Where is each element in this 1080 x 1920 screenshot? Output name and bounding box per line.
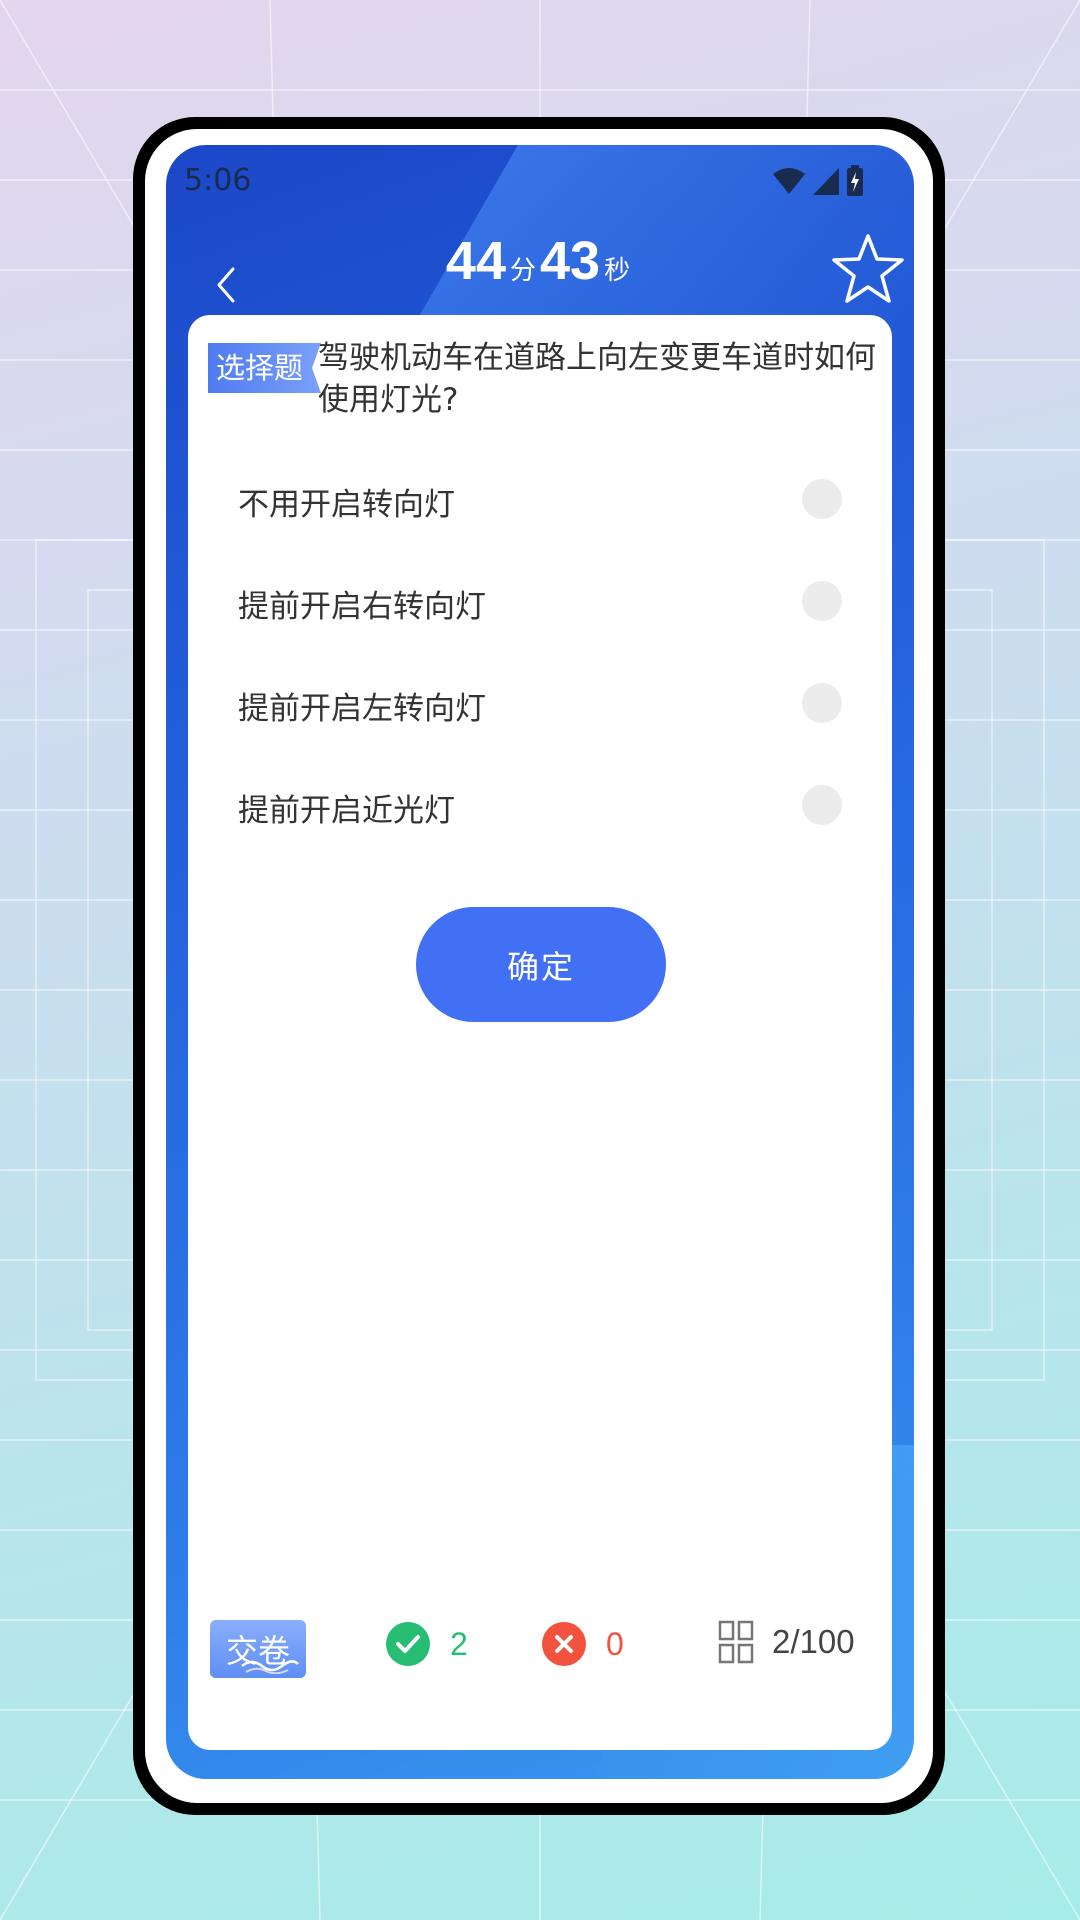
grid-icon [718,1620,754,1664]
confirm-button[interactable]: 确定 [416,907,666,1022]
answer-option-label: 不用开启转向灯 [238,486,455,523]
timer-minutes-unit: 分 [509,256,536,286]
wave-icon [241,1660,299,1674]
app-screen: 5:06 44 分43 秒 选择题 驾驶机动车在道路上向左变更车道时如何使用灯光… [166,145,914,1779]
question-text: 驾驶机动车在道路上向左变更车道时如何使用灯光? [318,340,876,418]
battery-charging-icon [847,165,863,196]
correct-stat: 2 [386,1622,468,1666]
question-type-tag: 选择题 [208,343,321,393]
wrong-stat: 0 [542,1622,624,1666]
answer-radio[interactable] [802,479,842,519]
answer-option-label: 提前开启左转向灯 [238,690,486,727]
exam-timer: 44 分43 秒 [166,230,914,292]
timer-seconds: 43 [540,231,601,291]
status-time: 5:06 [184,163,252,198]
answer-option[interactable]: 不用开启转向灯 [188,450,892,552]
answer-option-label: 提前开启近光灯 [238,792,455,829]
correct-count: 2 [450,1625,468,1662]
answer-radio[interactable] [802,683,842,723]
timer-seconds-unit: 秒 [604,256,631,286]
favorite-button[interactable] [830,231,906,307]
answer-option[interactable]: 提前开启近光灯 [188,756,892,858]
answer-radio[interactable] [802,785,842,825]
answer-option[interactable]: 提前开启左转向灯 [188,654,892,756]
progress-count: 2/100 [772,1623,855,1660]
cell-signal-icon [813,168,839,195]
check-circle-icon [386,1622,430,1666]
answer-option[interactable]: 提前开启右转向灯 [188,552,892,654]
timer-minutes: 44 [445,231,506,291]
answer-radio[interactable] [802,581,842,621]
question-progress[interactable]: 2/100 [718,1620,855,1664]
answer-option-label: 提前开启右转向灯 [238,588,486,625]
answer-options: 不用开启转向灯 提前开启右转向灯 提前开启左转向灯 提前开启近光灯 [188,450,892,858]
question-card: 选择题 驾驶机动车在道路上向左变更车道时如何使用灯光? 不用开启转向灯 提前开启… [188,315,892,1750]
bottom-bar: 交卷 2 0 2/100 [188,1620,892,1690]
x-circle-icon [542,1622,586,1666]
wifi-icon [773,168,805,194]
status-bar: 5:06 [166,145,914,215]
submit-exam-button[interactable]: 交卷 [210,1620,306,1678]
wrong-count: 0 [606,1625,624,1662]
star-outline-icon [832,234,904,303]
status-icons [772,163,864,199]
